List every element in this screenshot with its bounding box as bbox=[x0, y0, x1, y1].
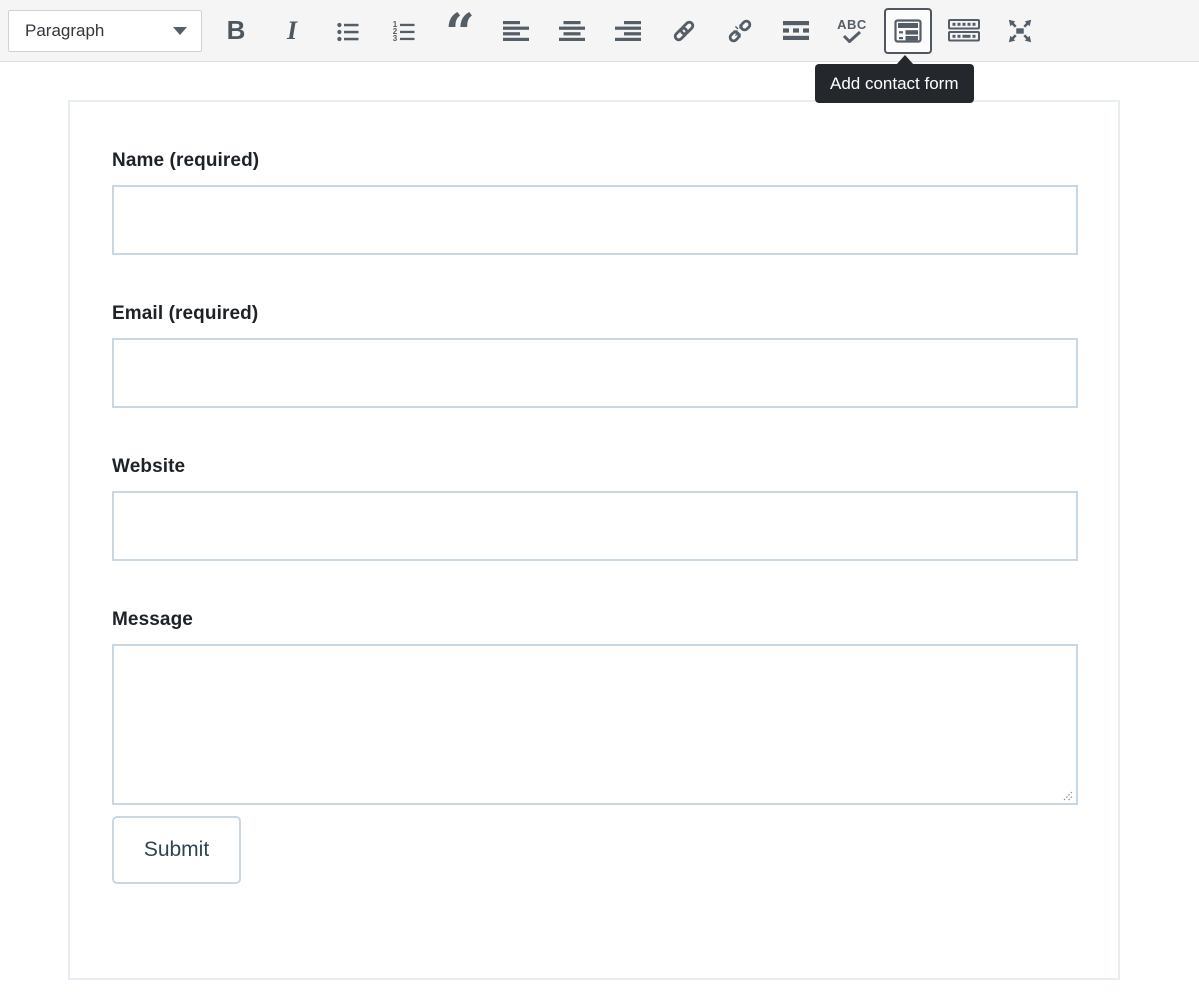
align-right-button[interactable] bbox=[608, 11, 648, 51]
contact-form-preview: Name (required) Email (required) Website… bbox=[68, 100, 1120, 980]
italic-icon: I bbox=[287, 16, 297, 46]
toolbar-buttons: B I 1 2 3 bbox=[216, 8, 1046, 54]
message-textarea[interactable] bbox=[112, 644, 1078, 805]
contact-form-icon bbox=[894, 19, 922, 43]
bold-button[interactable]: B bbox=[216, 11, 256, 51]
editor-page: Paragraph B I bbox=[0, 0, 1199, 992]
bulleted-list-icon bbox=[336, 19, 360, 43]
align-left-icon bbox=[503, 21, 529, 41]
email-input[interactable] bbox=[112, 338, 1078, 408]
name-input[interactable] bbox=[112, 185, 1078, 255]
name-field-label: Name (required) bbox=[112, 150, 1078, 172]
insert-link-button[interactable] bbox=[664, 11, 704, 51]
spellcheck-button[interactable]: ABC bbox=[832, 11, 872, 51]
toolbar-toggle-button[interactable] bbox=[944, 11, 984, 51]
remove-link-button[interactable] bbox=[720, 11, 760, 51]
editor-toolbar: Paragraph B I bbox=[0, 0, 1199, 62]
fullscreen-icon bbox=[1004, 15, 1036, 47]
website-field-group: Website bbox=[112, 456, 1078, 561]
editor-content-area: Name (required) Email (required) Website… bbox=[0, 100, 1199, 980]
numbered-list-icon: 1 2 3 bbox=[392, 19, 416, 43]
name-field-group: Name (required) bbox=[112, 150, 1078, 255]
website-field-label: Website bbox=[112, 456, 1078, 478]
keyboard-icon bbox=[948, 19, 980, 42]
insert-read-more-button[interactable] bbox=[776, 11, 816, 51]
align-left-button[interactable] bbox=[496, 11, 536, 51]
message-field-label: Message bbox=[112, 609, 1078, 631]
link-icon bbox=[671, 18, 697, 44]
add-contact-form-tooltip: Add contact form bbox=[815, 64, 974, 103]
align-center-button[interactable] bbox=[552, 11, 592, 51]
bulleted-list-button[interactable] bbox=[328, 11, 368, 51]
paragraph-format-value: Paragraph bbox=[25, 21, 173, 41]
spellcheck-abc-text: ABC bbox=[837, 19, 867, 31]
unlink-icon bbox=[727, 18, 753, 44]
website-input[interactable] bbox=[112, 491, 1078, 561]
blockquote-button[interactable]: “ bbox=[440, 11, 480, 51]
fullscreen-button[interactable] bbox=[1000, 11, 1040, 51]
read-more-icon bbox=[783, 21, 809, 40]
email-field-group: Email (required) bbox=[112, 303, 1078, 408]
submit-button-label: Submit bbox=[144, 838, 209, 862]
message-field-group: Message bbox=[112, 609, 1078, 805]
tooltip-text: Add contact form bbox=[830, 74, 959, 93]
svg-text:3: 3 bbox=[393, 34, 398, 43]
numbered-list-button[interactable]: 1 2 3 bbox=[384, 11, 424, 51]
bold-icon: B bbox=[227, 15, 246, 46]
italic-button[interactable]: I bbox=[272, 11, 312, 51]
paragraph-format-dropdown[interactable]: Paragraph bbox=[8, 10, 202, 52]
blockquote-icon: “ bbox=[445, 29, 475, 51]
add-contact-form-button[interactable] bbox=[884, 8, 932, 54]
textarea-resize-handle[interactable] bbox=[1062, 789, 1074, 801]
spellcheck-check-icon bbox=[842, 31, 862, 43]
email-field-label: Email (required) bbox=[112, 303, 1078, 325]
align-center-icon bbox=[559, 21, 585, 41]
align-right-icon bbox=[615, 21, 641, 41]
tooltip-arrow bbox=[896, 55, 914, 65]
submit-button[interactable]: Submit bbox=[112, 816, 241, 884]
chevron-down-icon bbox=[173, 27, 187, 35]
